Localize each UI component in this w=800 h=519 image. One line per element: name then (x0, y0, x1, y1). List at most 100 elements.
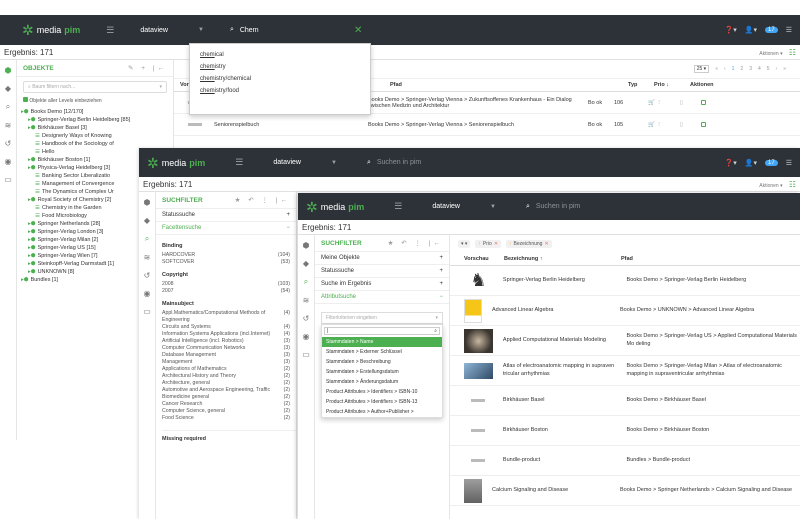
attribute-option[interactable]: Stammdaten > Änderungsdatum (322, 377, 442, 387)
list-view-icon[interactable]: ☷ (789, 48, 796, 57)
menu-icon[interactable]: ☰ (106, 25, 114, 36)
attribute-filter-select[interactable]: Filterkriterien eingeben ▾ (321, 312, 443, 324)
close-icon[interactable]: ✕ (544, 241, 548, 247)
facet-item[interactable]: Architecture, general (2) (162, 380, 290, 387)
cart-icon[interactable]: 🛒 ⋮ (648, 122, 662, 128)
notification-badge[interactable]: 17 (765, 159, 778, 166)
plus-icon[interactable]: + (439, 255, 443, 261)
inbox-icon[interactable]: ▭ (4, 175, 12, 184)
autocomplete-item[interactable]: chemical (190, 49, 370, 61)
close-icon[interactable]: ✕ (354, 25, 362, 36)
cart-icon[interactable]: 🛒 ⋮ (648, 100, 662, 106)
col-preview[interactable]: Vorschau (464, 256, 504, 262)
menu-icon[interactable]: ☰ (394, 201, 402, 212)
panel-tools-icon[interactable]: ★ ↶ ⋮ |← (235, 196, 290, 204)
panel-tools-icon[interactable]: ★ ↶ ⋮ |← (388, 239, 443, 247)
col-name[interactable]: Bezeichnung ↑ (504, 256, 621, 262)
facet-item[interactable]: Applications of Mathematics (2) (162, 366, 290, 373)
col-path[interactable]: Pfad (390, 82, 590, 88)
facet-item[interactable]: Database Management (3) (162, 352, 290, 359)
autocomplete-item[interactable]: chemistry/chemical (190, 73, 370, 85)
search-box[interactable]: ⌕ Suchen in pim (526, 203, 580, 211)
layers-icon[interactable]: ≋ (303, 296, 310, 305)
tree-item[interactable]: ☰ Handbook of the Sociology of (21, 140, 169, 148)
menu-icon[interactable]: ☰ (235, 157, 243, 168)
attribute-option[interactable]: Product Attributes > Author+Publisher > (322, 407, 442, 417)
search-icon[interactable]: ⌕ (6, 102, 10, 112)
cube-icon[interactable]: ⬢ (144, 198, 151, 207)
row-checkbox[interactable] (700, 100, 706, 105)
layers-icon[interactable]: ≋ (144, 253, 151, 262)
plus-icon[interactable]: + (439, 281, 443, 287)
page-link[interactable]: › (776, 66, 778, 72)
facet-item[interactable]: Architectural History and Theory (2) (162, 373, 290, 380)
layers-icon[interactable]: ≋ (5, 121, 12, 130)
autocomplete-item[interactable]: chemistry/food (190, 85, 370, 97)
cube-icon[interactable]: ⬢ (5, 66, 12, 75)
filter-section[interactable]: Statussuche + (315, 265, 449, 278)
tree-item[interactable]: ▸⬢ Books Demo [12/170] (21, 108, 169, 116)
close-icon[interactable]: ✕ (494, 241, 498, 247)
actions-dropdown[interactable]: Aktionen ▾ (759, 183, 782, 189)
page-link[interactable]: 2 (740, 66, 743, 72)
search-icon[interactable]: ⌕ (304, 277, 308, 287)
table-row[interactable]: Calcium Signaling and Disease Books Demo … (450, 476, 800, 506)
help-icon[interactable]: ❓▾ (725, 159, 737, 167)
column-icon[interactable]: ▯ (680, 100, 683, 106)
col-type[interactable]: Typ (628, 82, 648, 88)
page-link[interactable]: 5 (767, 66, 770, 72)
notification-badge[interactable]: 17 (765, 27, 778, 33)
table-row[interactable]: Atlas of electroanatomic mapping in supr… (450, 356, 800, 386)
list-icon[interactable]: ☰ (786, 159, 792, 167)
table-row[interactable]: Applied Computational Materials Modeling… (450, 326, 800, 356)
table-row[interactable]: Advanced Linear Algebra Books Demo > UNKN… (450, 296, 800, 326)
panel-tools-icon[interactable]: ✎ + |← (128, 64, 167, 72)
table-row[interactable]: Seniorenspielbuch Books Demo > Springer-V… (174, 114, 800, 136)
facet-item[interactable]: SOFTCOVER (53) (162, 259, 290, 266)
tag-icon[interactable]: ◆ (5, 84, 11, 93)
facet-item[interactable]: Computer Science, general (2) (162, 408, 290, 415)
col-path[interactable]: Pfad (621, 256, 633, 262)
table-row[interactable]: Birkhäuser Basel Books Demo > Birkhäuser … (450, 386, 800, 416)
section-facets[interactable]: Facettensuche − (156, 222, 296, 235)
facet-item[interactable]: Computer Communication Networks (3) (162, 345, 290, 352)
row-checkbox[interactable] (700, 122, 706, 127)
attribute-option[interactable]: Stammdaten > Beschreibung (322, 357, 442, 367)
search-input[interactable]: Chem (240, 27, 259, 34)
table-row[interactable]: Birkhäuser Boston Books Demo > Birkhäuser… (450, 416, 800, 446)
page-link[interactable]: 4 (758, 66, 761, 72)
minus-icon[interactable]: − (439, 294, 443, 300)
checkbox-icon[interactable] (23, 97, 28, 102)
facet-item[interactable]: Automotive and Aerospace Engineering, Tr… (162, 387, 290, 394)
list-view-icon[interactable]: ☷ (789, 180, 796, 189)
eye-icon[interactable]: ◉ (5, 157, 12, 166)
plus-icon[interactable]: + (286, 212, 290, 218)
facet-item[interactable]: Cancer Research (2) (162, 401, 290, 408)
include-levels[interactable]: Objekte aller Levels einbeziehen (17, 97, 173, 104)
tree-item[interactable]: ▸⬢ Birkhäuser Basel [3] (21, 124, 169, 132)
facet-item[interactable]: HARDCOVER (104) (162, 252, 290, 259)
page-link[interactable]: 3 (749, 66, 752, 72)
table-row[interactable]: ♞ Springer-Verlag Berlin Heidelberg Books … (450, 266, 800, 296)
eye-icon[interactable]: ◉ (144, 289, 151, 298)
sort-chip[interactable]: ↑ Prio ✕ (475, 240, 502, 248)
autocomplete-item[interactable]: chemistry (190, 61, 370, 73)
facet-item[interactable]: Circuits and Systems (4) (162, 324, 290, 331)
facet-item[interactable]: Artificial Intelligence (incl. Robotics)… (162, 338, 290, 345)
actions-dropdown[interactable]: Aktionen ▾ (759, 51, 782, 57)
table-row[interactable]: Bundle-product Bundles > Bundle-product (450, 446, 800, 476)
help-icon[interactable]: ❓▾ (725, 26, 737, 34)
eye-icon[interactable]: ◉ (303, 332, 310, 341)
per-page-select[interactable]: 25 ▾ (693, 65, 710, 73)
page-link[interactable]: » (783, 66, 786, 72)
attribute-search-input[interactable]: | ⌕ (324, 327, 440, 335)
cube-icon[interactable]: ⬢ (303, 241, 310, 250)
user-icon[interactable]: 👤▾ (745, 26, 757, 34)
col-prio[interactable]: Prio ↓ (654, 82, 684, 88)
tree-item[interactable]: ▸⬢ Springer-Verlag Berlin Heidelberg [85] (21, 116, 169, 124)
attribute-option[interactable]: Product Attributes > Identifiers > ISBN-… (322, 387, 442, 397)
attribute-option[interactable]: Product Attributes > Identifiers > ISBN-… (322, 397, 442, 407)
page-link[interactable]: ‹ (724, 66, 726, 72)
plus-icon[interactable]: + (439, 268, 443, 274)
page-link[interactable]: « (715, 66, 718, 72)
